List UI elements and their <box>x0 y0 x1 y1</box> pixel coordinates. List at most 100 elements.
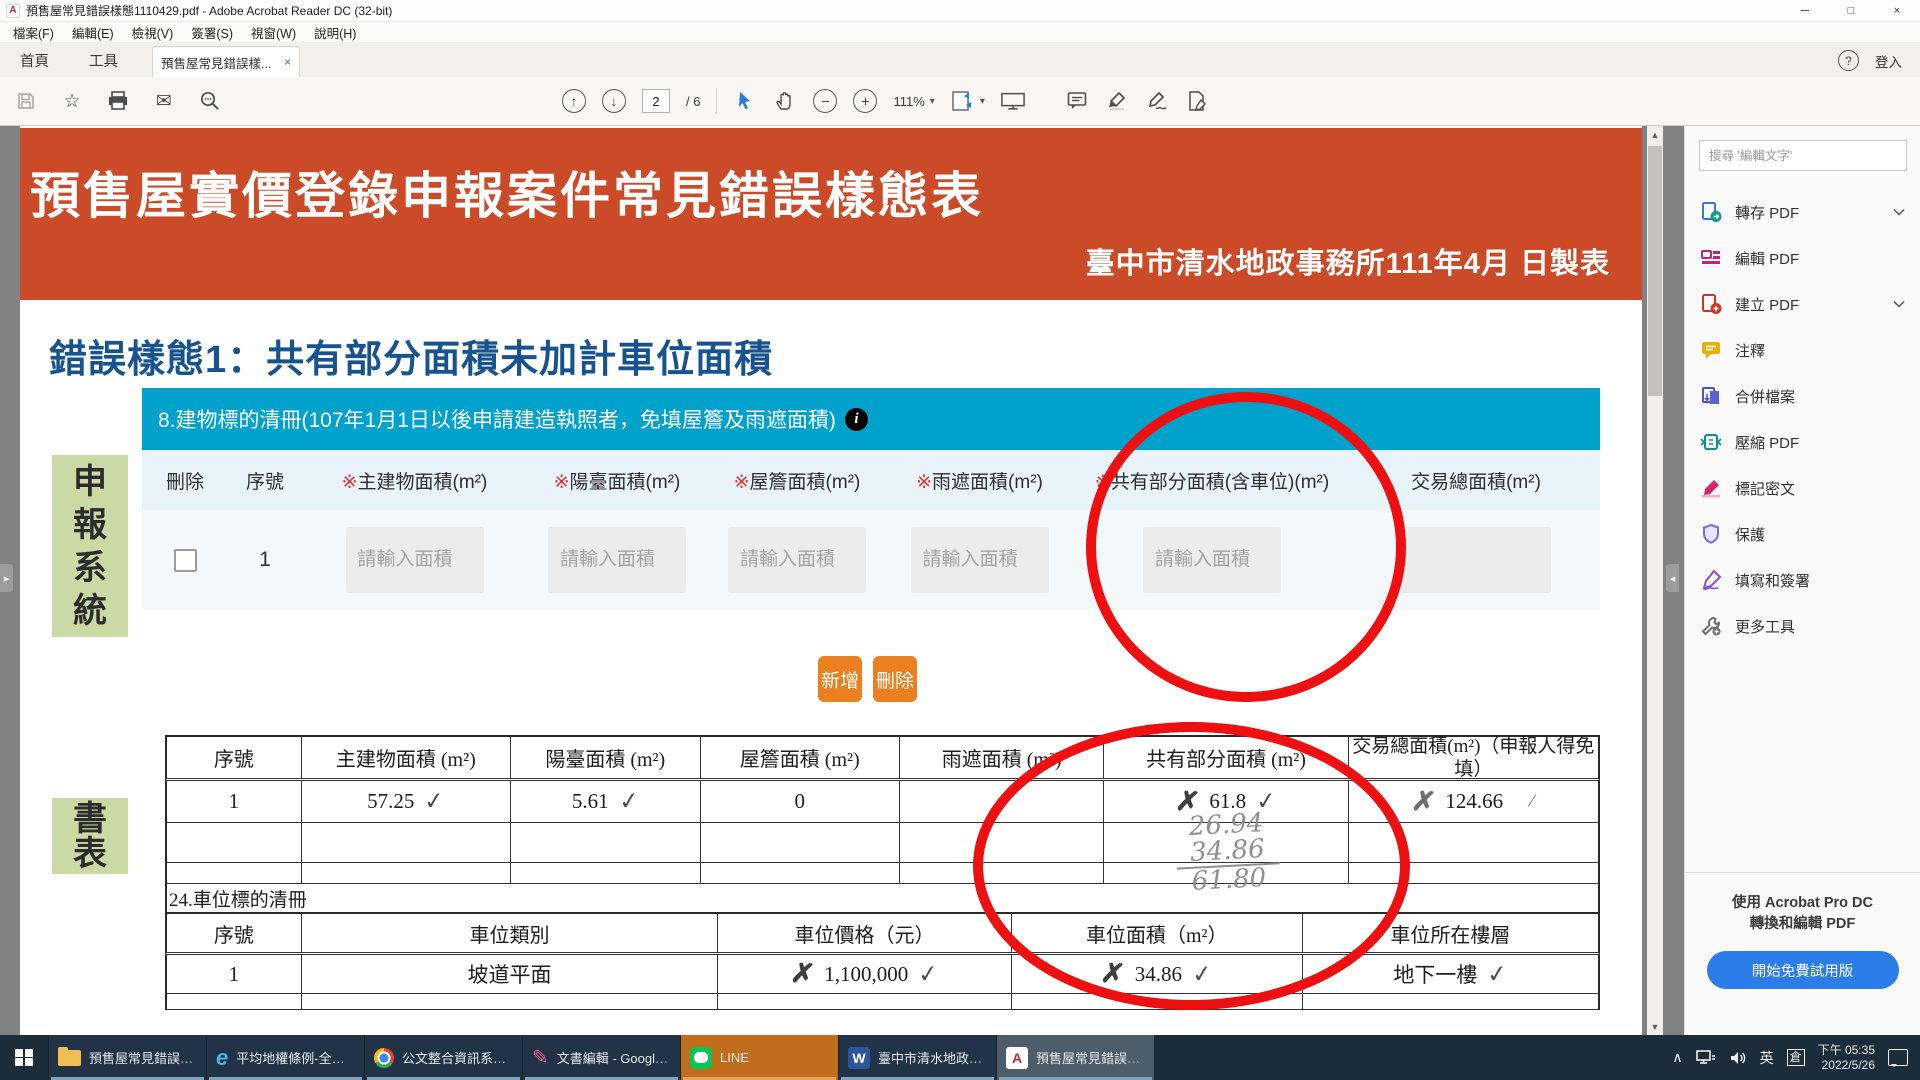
tab-close-icon[interactable]: × <box>284 55 291 69</box>
menu-view[interactable]: 檢視(V) <box>123 23 183 42</box>
paper-table2-row: 1 坡道平面 ✗1,100,000✓ ✗34.86✓ 地下一樓✓ <box>165 955 1600 994</box>
menu-help[interactable]: 說明(H) <box>305 23 365 42</box>
tool-export-pdf[interactable]: 轉存 PDF <box>1685 189 1920 235</box>
input-language-indicator[interactable]: 英 <box>1760 1048 1774 1068</box>
sign-pen-icon[interactable] <box>1145 89 1169 113</box>
pdf-title: 預售屋實價登錄申報案件常見錯誤樣態表 <box>30 156 984 228</box>
email-icon[interactable]: ✉ <box>152 89 176 113</box>
fill-sign-icon[interactable] <box>1185 89 1209 113</box>
select-tool-icon[interactable] <box>733 89 757 113</box>
tab-document[interactable]: 預售屋常見錯誤樣... × <box>152 46 300 77</box>
add-row-button[interactable]: 新增 <box>818 656 862 702</box>
tool-comment[interactable]: 注釋 <box>1685 327 1920 373</box>
tool-redact[interactable]: 標記密文 <box>1685 465 1920 511</box>
previous-page-button[interactable]: ↑ <box>562 89 586 113</box>
page-number-input[interactable] <box>642 89 670 113</box>
zoom-level-dropdown[interactable]: 111% ▾ <box>893 94 934 109</box>
highlight-icon[interactable] <box>1105 89 1129 113</box>
page-display-dropdown[interactable]: ▾ <box>951 90 985 112</box>
hand-tool-icon[interactable] <box>773 89 797 113</box>
title-bar: A 預售屋常見錯誤樣態1110429.pdf - Adobe Acrobat R… <box>0 0 1920 22</box>
action-center-icon[interactable] <box>1888 1049 1908 1066</box>
tool-edit-pdf[interactable]: 編輯 PDF <box>1685 235 1920 281</box>
tools-search-input[interactable] <box>1699 140 1907 171</box>
tab-tools[interactable]: 工具 <box>69 43 138 77</box>
paper-table1-header: 序號 主建物面積 (m²) 陽臺面積 (m²) 屋簷面積 (m²) 雨遮面積 (… <box>165 735 1600 781</box>
folder-icon <box>58 1050 81 1066</box>
free-trial-button[interactable]: 開始免費試用版 <box>1707 951 1899 989</box>
eaves-area-input[interactable] <box>728 527 866 593</box>
taskbar-clock[interactable]: 下午 05:35 2022/5/26 <box>1818 1043 1875 1073</box>
zoom-in-icon[interactable]: + <box>853 89 877 113</box>
tool-combine-files[interactable]: 合併檔案 <box>1685 373 1920 419</box>
maximize-button[interactable]: □ <box>1828 0 1874 21</box>
speaker-icon[interactable] <box>1729 1050 1747 1066</box>
delete-row-button[interactable]: 刪除 <box>873 656 917 702</box>
row-seq: 1 <box>259 548 271 572</box>
print-icon[interactable] <box>106 89 130 113</box>
building-list-bar: 8.建物標的清冊(107年1月1日以後申請建造執照者，免填屋簷及雨遮面積) i <box>142 388 1600 450</box>
check-mark: ✓ <box>1486 959 1509 990</box>
cell-eaves: 0 <box>701 781 900 822</box>
canopy-area-input[interactable] <box>911 527 1049 593</box>
cell-main: 57.25✓ <box>302 781 511 822</box>
network-icon[interactable] <box>1696 1050 1716 1066</box>
tool-create-pdf[interactable]: 建立 PDF <box>1685 281 1920 327</box>
presentation-mode-icon[interactable] <box>1001 89 1025 113</box>
tray-expand-icon[interactable]: ∧ <box>1672 1049 1682 1066</box>
balcony-area-input[interactable] <box>548 527 686 593</box>
main-area-input[interactable] <box>346 527 484 593</box>
cross-mark: ✗ <box>1410 783 1438 820</box>
sign-in-link[interactable]: 登入 <box>1875 51 1902 71</box>
tab-document-label: 預售屋常見錯誤樣... <box>161 53 271 72</box>
tool-fill-sign[interactable]: 填寫和簽署 <box>1685 557 1920 603</box>
taskbar-item-acrobat[interactable]: A 預售屋常見錯誤樣... <box>996 1035 1154 1080</box>
document-work-area: 預售屋實價登錄申報案件常見錯誤樣態表 臺中市清水地政事務所111年4月 日製表 … <box>0 126 1684 1035</box>
menu-file[interactable]: 檔案(F) <box>4 23 63 42</box>
shield-icon <box>1700 523 1722 545</box>
scrollbar-thumb[interactable] <box>1648 146 1662 396</box>
tool-more-tools[interactable]: 更多工具 <box>1685 603 1920 649</box>
vertical-scrollbar[interactable]: ▲ ▼ <box>1647 126 1663 1035</box>
comment-icon[interactable] <box>1065 89 1089 113</box>
tool-protect[interactable]: 保護 <box>1685 511 1920 557</box>
tab-home[interactable]: 首頁 <box>0 43 69 77</box>
chevron-down-icon <box>1893 208 1905 216</box>
next-page-button[interactable]: ↓ <box>602 89 626 113</box>
delete-checkbox[interactable] <box>174 549 197 572</box>
start-button[interactable] <box>0 1035 48 1080</box>
taskbar-item-ie[interactable]: e 平均地權條例-全國... <box>206 1035 364 1080</box>
ime-indicator[interactable]: 倉 <box>1787 1049 1805 1066</box>
line-icon <box>690 1047 712 1069</box>
red-circle-annotation-webform <box>1086 392 1406 702</box>
acrobat-icon: A <box>1006 1047 1028 1069</box>
minimize-button[interactable]: ─ <box>1782 0 1828 21</box>
toolbar-divider <box>716 88 717 114</box>
acrobat-pro-promo: 使用 Acrobat Pro DC 轉換和編輯 PDF 開始免費試用版 <box>1685 872 1920 1022</box>
menu-sign[interactable]: 簽署(S) <box>182 23 242 42</box>
taskbar-item-folder[interactable]: 預售屋常見錯誤態樣 <box>48 1035 206 1080</box>
star-icon[interactable]: ☆ <box>60 89 84 113</box>
save-icon[interactable] <box>14 89 38 113</box>
scroll-down-arrow[interactable]: ▼ <box>1647 1018 1663 1035</box>
taskbar-item-chrome[interactable]: 公文整合資訊系統 ... <box>364 1035 522 1080</box>
show-nav-pane-arrow[interactable]: ▸ <box>0 564 13 592</box>
col-seq: 序號 <box>228 467 302 494</box>
taskbar-item-docs-editor[interactable]: ✎ 文書編輯 - Google... <box>522 1035 680 1080</box>
tool-compress-pdf[interactable]: 壓縮 PDF <box>1685 419 1920 465</box>
menu-window[interactable]: 視窗(W) <box>242 23 305 42</box>
info-icon: i <box>845 408 868 431</box>
chrome-icon <box>374 1048 394 1068</box>
close-button[interactable]: × <box>1874 0 1920 21</box>
menu-edit[interactable]: 編輯(E) <box>63 23 123 42</box>
taskbar-item-line[interactable]: LINE <box>680 1035 838 1080</box>
scroll-up-arrow[interactable]: ▲ <box>1647 126 1663 143</box>
page-total-label: / 6 <box>686 94 700 109</box>
search-icon[interactable] <box>198 89 222 113</box>
window-title: 預售屋常見錯誤樣態1110429.pdf - Adobe Acrobat Rea… <box>26 2 392 19</box>
total-area-field[interactable] <box>1401 527 1551 593</box>
taskbar-item-word[interactable]: W 臺中市清水地政事... <box>838 1035 996 1080</box>
help-icon[interactable]: ? <box>1838 50 1859 71</box>
collapse-tools-pane-arrow[interactable]: ◂ <box>1666 564 1679 592</box>
zoom-out-icon[interactable]: − <box>813 89 837 113</box>
